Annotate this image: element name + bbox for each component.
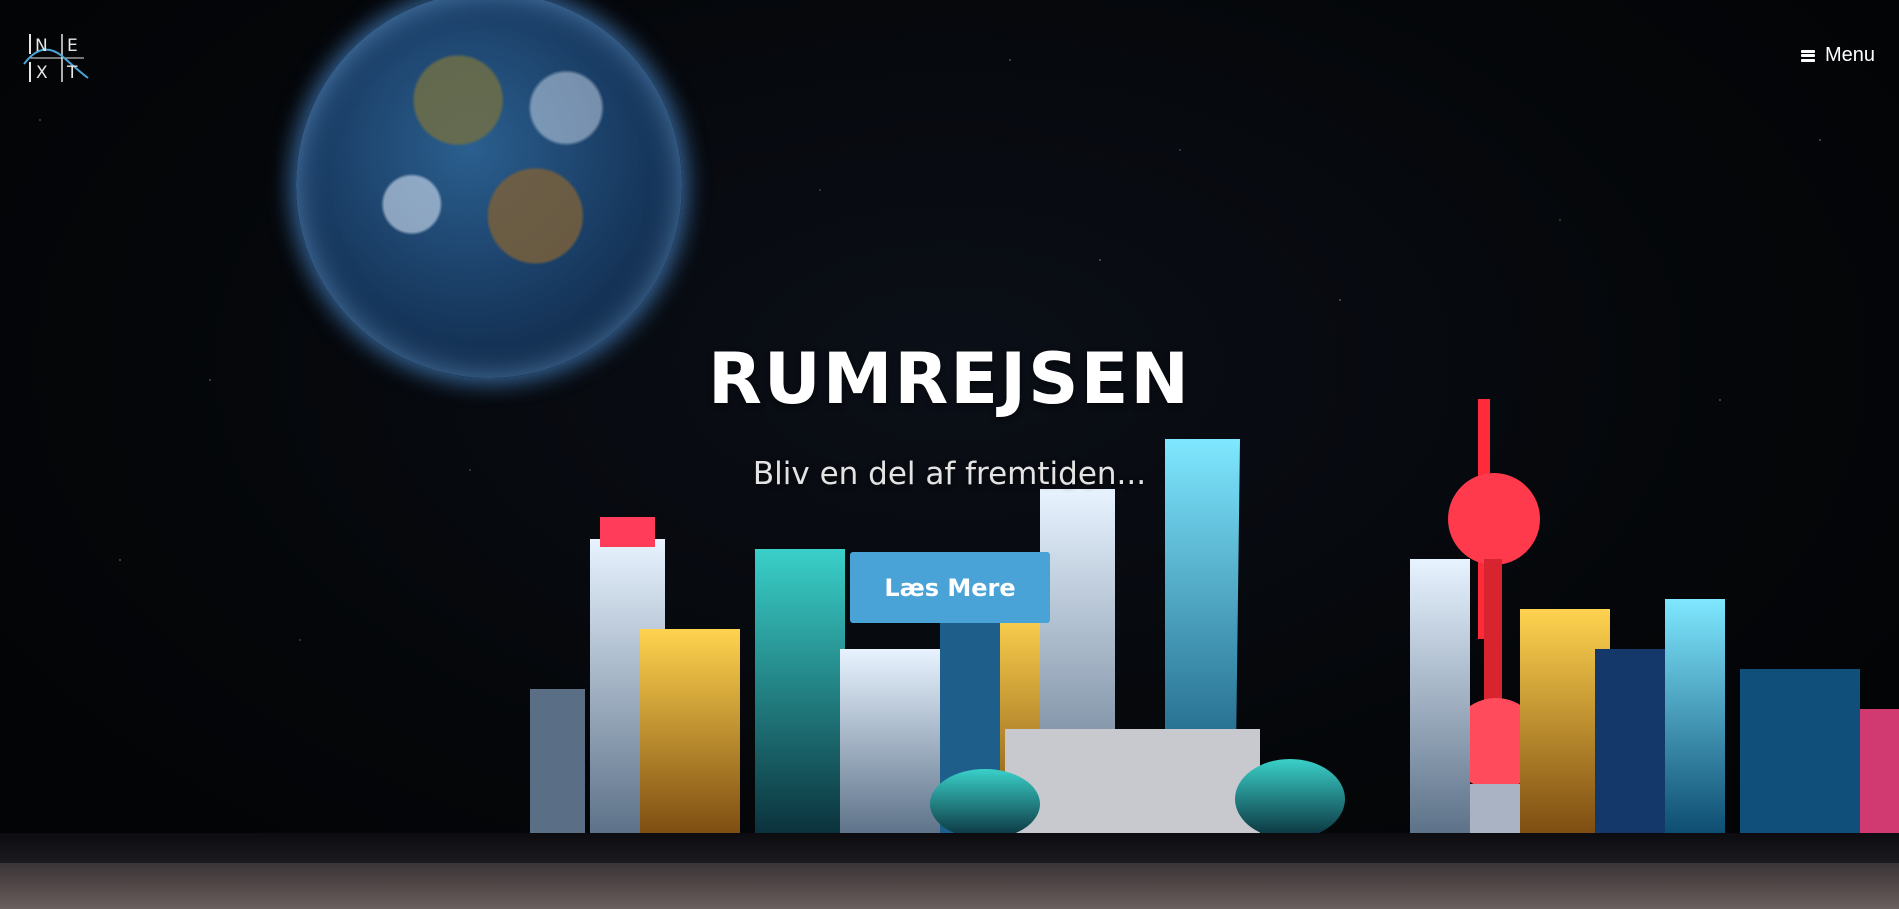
next-logo-icon: N E X T — [23, 34, 89, 83]
logo-letter-x: X — [36, 63, 48, 83]
menu-button[interactable]: Menu — [1800, 44, 1875, 67]
next-logo[interactable]: N E X T — [22, 32, 92, 88]
hero-section: N E X T Menu RUMREJSEN Bliv en del af fr… — [0, 0, 1899, 909]
earth-globe-image — [296, 0, 682, 378]
hero-title: RUMREJSEN — [708, 338, 1191, 420]
river-water — [0, 863, 1899, 909]
logo-letter-n: N — [35, 36, 48, 56]
logo-letter-t: T — [66, 63, 78, 83]
read-more-button[interactable]: Læs Mere — [850, 552, 1050, 623]
hero-subtitle: Bliv en del af fremtiden... — [752, 456, 1147, 492]
riverbank — [0, 833, 1899, 863]
menu-label: Menu — [1824, 44, 1875, 66]
logo-letter-e: E — [67, 36, 78, 56]
hamburger-icon — [1800, 49, 1815, 62]
